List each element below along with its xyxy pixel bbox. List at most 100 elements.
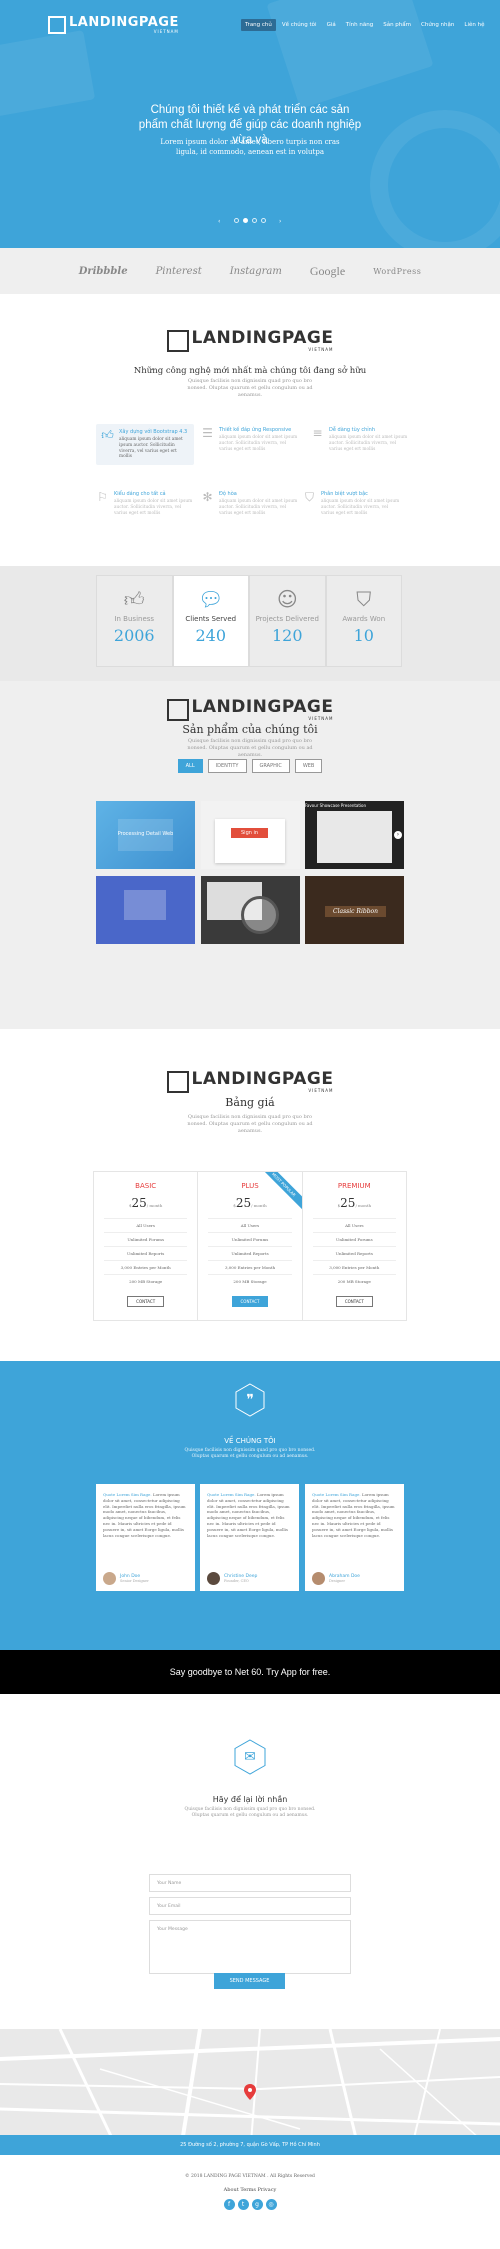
testimonial-lead: Quote Lorem Sim Rage.: [312, 1492, 361, 1497]
avatar: [103, 1572, 116, 1585]
testimonial-body: Lorem ipsum dolor sit amet, consectetur …: [312, 1492, 395, 1538]
filter-web[interactable]: WEB: [294, 759, 323, 773]
magnifier-icon: [241, 896, 279, 934]
partner-logo-pinterest[interactable]: Pinterest: [156, 266, 202, 277]
plan-feature: 200 MB Storage: [104, 1274, 188, 1288]
author-role: Senior Designer: [120, 1579, 149, 1583]
slider-dot-active[interactable]: [243, 218, 248, 223]
cta-text[interactable]: Say goodbye to Net 60. Try App for free.: [170, 1667, 331, 1677]
nav-item[interactable]: Về chúng tôi: [278, 19, 321, 31]
plan-feature: 200 MB Storage: [208, 1274, 292, 1288]
send-message-button[interactable]: SEND MESSAGE: [214, 1973, 285, 1989]
email-field[interactable]: Your Email: [149, 1897, 351, 1915]
author-role: Designer: [329, 1579, 346, 1583]
next-arrow-icon[interactable]: ›: [279, 218, 281, 225]
slider-dot[interactable]: [234, 218, 239, 223]
twitter-icon[interactable]: t: [237, 2199, 249, 2210]
logo-text: LANDINGPAGE: [191, 328, 334, 348]
author-role: Founder, CEO: [224, 1579, 249, 1583]
filter-identity[interactable]: IDENTITY: [207, 759, 247, 773]
testimonial-body: Lorem ipsum dolor sit amet, consectetur …: [103, 1492, 186, 1538]
feature-item[interactable]: ≡ Dễ dàng tùy chỉnh aliquam ipsum dolor s…: [311, 427, 409, 452]
feature-item[interactable]: ⛉ Phân biệt vượt bậc aliquam ipsum dolor …: [303, 491, 401, 516]
stat-card: ☺ Projects Delivered 120: [249, 575, 326, 667]
footer-link-terms[interactable]: Terms: [240, 2187, 256, 2193]
pricing-table: BASIC $25/ month All Users Unlimited For…: [93, 1171, 407, 1321]
next-arrow-icon[interactable]: ›: [394, 831, 402, 839]
feature-item[interactable]: 👍︎ Xây dựng với Bootstrap 4.3 aliquam ips…: [96, 424, 194, 466]
google-plus-icon[interactable]: g: [251, 2199, 263, 2210]
cta-bar: Say goodbye to Net 60. Try App for free.: [0, 1650, 500, 1694]
brand-logo[interactable]: LANDINGPAGE VIETNAM: [48, 16, 179, 34]
stat-value: 2006: [113, 626, 155, 645]
contact-button[interactable]: CONTACT: [231, 1296, 269, 1307]
portfolio-tile[interactable]: Favour Showcase Presentation ›: [305, 801, 404, 869]
nav-item[interactable]: Chứng nhận: [417, 19, 458, 31]
bookmark-icon: ⛉: [356, 587, 372, 611]
nav-item[interactable]: Liên hệ: [460, 19, 488, 31]
feature-item[interactable]: ⚐ Kiểu dáng cho tất cả aliquam ipsum dolo…: [96, 491, 194, 516]
bookmark-icon: ⛉: [304, 490, 314, 504]
portfolio-tile[interactable]: Classic Ribbon: [305, 876, 404, 944]
slider-dot[interactable]: [252, 218, 257, 223]
slider-dot[interactable]: [261, 218, 266, 223]
filter-graphic[interactable]: GRAPHIC: [251, 759, 290, 773]
feature-item[interactable]: ☰ Thiết kế đáp ứng Responsive aliquam ips…: [201, 427, 299, 452]
partner-logo-dribbble[interactable]: Dribbble: [79, 266, 128, 277]
facebook-icon[interactable]: f: [223, 2199, 235, 2210]
testimonial-text: Quote Lorem Sim Rage. Lorem ipsum dolor …: [103, 1492, 188, 1538]
nav-item[interactable]: Tính năng: [342, 19, 377, 31]
name-field[interactable]: Your Name: [149, 1874, 351, 1892]
features-section: LANDINGPAGE VIETNAM Những công nghệ mới …: [0, 294, 500, 566]
nav-item[interactable]: Giá: [323, 19, 340, 31]
portfolio-tile[interactable]: Sign in: [201, 801, 300, 869]
features-subtitle: Quisque facilisis non dignissim quad pro…: [187, 378, 313, 398]
stat-label: Projects Delivered: [255, 615, 319, 623]
tile-caption: Processing Detail Web: [117, 831, 174, 837]
price-period: / month: [355, 1203, 372, 1208]
contact-button[interactable]: CONTACT: [335, 1296, 373, 1307]
nav-item[interactable]: Sản phẩm: [379, 19, 415, 31]
feature-item[interactable]: ✻ Độ hòa aliquam ipsum dolor sit amet ips…: [201, 491, 299, 516]
portfolio-tile[interactable]: Processing Detail Web: [96, 801, 195, 869]
feature-text: aliquam ipsum dolor sit amet ipsum aucto…: [219, 435, 298, 452]
hero-text: Lorem ipsum dolor sit amet, libero turpi…: [160, 138, 340, 156]
testimonial-body: Lorem ipsum dolor sit amet, consectetur …: [207, 1492, 290, 1538]
message-field[interactable]: Your Message: [149, 1920, 351, 1974]
plan-plus: MOST POPULAR PLUS $25/ month All Users U…: [198, 1172, 303, 1320]
feature-title: Xây dựng với Bootstrap 4.3: [119, 429, 188, 435]
partner-logo-google[interactable]: Google: [310, 264, 345, 279]
partner-logo-wordpress[interactable]: WordPress: [373, 267, 421, 276]
products-section: LANDINGPAGE VIETNAM Sản phẩm của chúng t…: [0, 681, 500, 1029]
footer-links: About Terms Privacy: [0, 2187, 500, 2193]
slider-dots: [0, 218, 500, 223]
map-pin-icon[interactable]: [244, 2084, 256, 2100]
stats-section: 👍︎ In Business 2006 💬︎ Clients Served 24…: [0, 566, 500, 681]
footer-link-about[interactable]: About: [224, 2187, 239, 2193]
plan-feature: Unlimited Reports: [312, 1246, 396, 1260]
plan-feature: Unlimited Forums: [104, 1232, 188, 1246]
feature-text: aliquam ipsum dolor sit amet ipsum aucto…: [321, 499, 400, 516]
filter-all[interactable]: ALL: [177, 759, 203, 773]
dribbble-icon[interactable]: ◎: [265, 2199, 277, 2210]
partner-logo-instagram[interactable]: Instagram: [230, 266, 282, 277]
chat-icon: 💬︎: [198, 587, 224, 611]
map-section[interactable]: 25 Đường số 2, phường 7, quận Gò Vấp, TP…: [0, 2029, 500, 2155]
about-title: VỀ CHÚNG TÔI: [224, 1437, 276, 1445]
logo-mark: [166, 1071, 189, 1093]
testimonial-card: Quote Lorem Sim Rage. Lorem ipsum dolor …: [200, 1484, 299, 1591]
flag-icon: ⚐: [97, 490, 108, 504]
feature-text: aliquam ipsum dolor sit amet ipsum aucto…: [329, 435, 408, 452]
about-section: ❞ VỀ CHÚNG TÔI Quisque facilisis non dig…: [0, 1361, 500, 1650]
footer-link-privacy[interactable]: Privacy: [258, 2187, 277, 2193]
section-logo: LANDINGPAGE VIETNAM: [0, 699, 500, 721]
footer: © 2018 LANDING PAGE VIETNAM . All Rights…: [0, 2155, 500, 2233]
portfolio-tile[interactable]: [201, 876, 300, 944]
portfolio-tile[interactable]: [96, 876, 195, 944]
map-address: 25 Đường số 2, phường 7, quận Gò Vấp, TP…: [0, 2135, 500, 2155]
nav-item[interactable]: Trang chủ: [241, 19, 276, 31]
price-value: 25: [235, 1196, 252, 1210]
price-period: / month: [146, 1203, 163, 1208]
contact-button[interactable]: CONTACT: [127, 1296, 165, 1307]
testimonial-text: Quote Lorem Sim Rage. Lorem ipsum dolor …: [312, 1492, 397, 1538]
